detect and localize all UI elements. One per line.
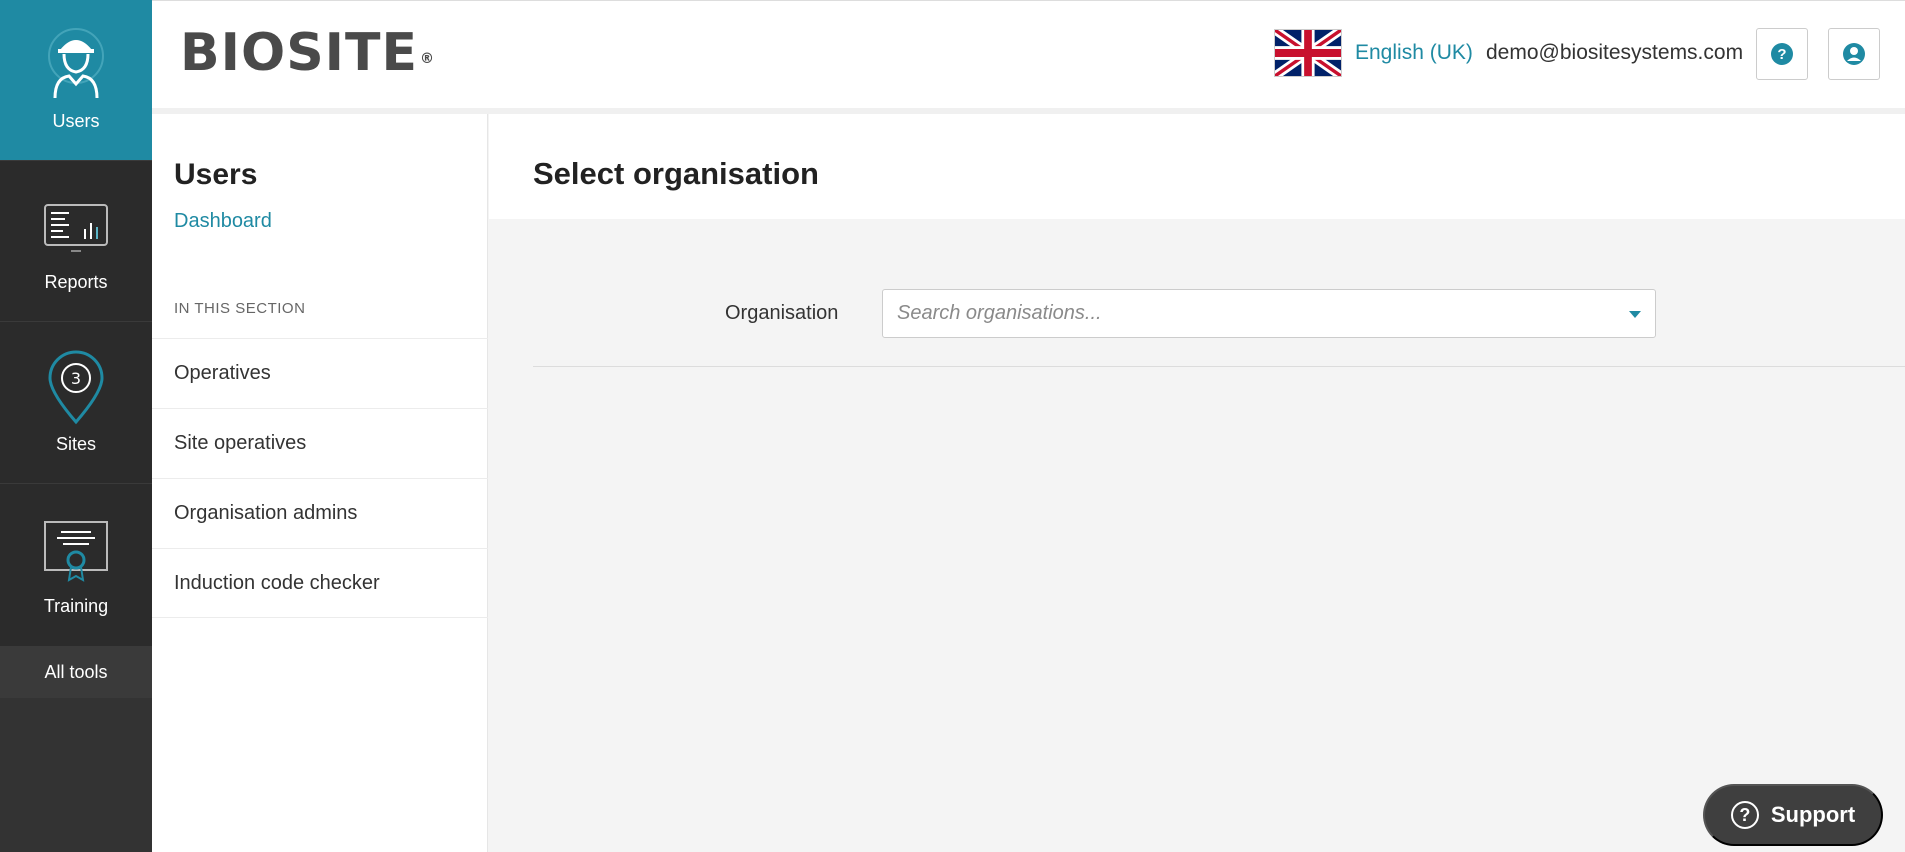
rail-item-users[interactable]: Users bbox=[0, 0, 152, 160]
account-button[interactable] bbox=[1828, 28, 1880, 80]
registered-mark: ® bbox=[419, 51, 435, 67]
chevron-down-icon bbox=[1629, 311, 1641, 318]
help-button[interactable]: ? bbox=[1756, 28, 1808, 80]
page-header: Select organisation bbox=[489, 114, 1905, 219]
organisation-select[interactable]: Search organisations... bbox=[882, 289, 1656, 338]
worker-icon bbox=[48, 28, 104, 99]
form-divider bbox=[533, 366, 1905, 367]
rail-item-label: Reports bbox=[44, 272, 108, 292]
account-icon bbox=[1843, 43, 1865, 65]
rail-item-reports[interactable]: Reports bbox=[0, 161, 152, 321]
question-icon: ? bbox=[1730, 801, 1759, 829]
section-nav-list: Operatives Site operatives Organisation … bbox=[152, 338, 488, 618]
logo-text: BIOSITE bbox=[180, 23, 418, 83]
report-icon bbox=[44, 204, 108, 252]
all-tools-button[interactable]: All tools bbox=[0, 646, 152, 698]
biosite-logo[interactable]: BIOSITE ® bbox=[180, 23, 435, 83]
rail-footer bbox=[0, 698, 152, 852]
certificate-icon bbox=[44, 521, 108, 582]
language-selector[interactable]: English (UK) bbox=[1355, 41, 1473, 65]
rail-item-training[interactable]: Training bbox=[0, 484, 152, 645]
organisation-label: Organisation bbox=[725, 302, 839, 324]
user-email: demo@biositesystems.com bbox=[1486, 41, 1744, 64]
nav-item-induction-code-checker[interactable]: Induction code checker bbox=[152, 548, 488, 618]
rail-item-sites[interactable]: 3 Sites bbox=[0, 322, 152, 483]
organisation-search-placeholder: Search organisations... bbox=[897, 302, 1102, 324]
help-icon: ? bbox=[1771, 43, 1793, 65]
rail-item-label: Users bbox=[52, 111, 100, 131]
top-header: BIOSITE ® English (UK) demo@biositesystem… bbox=[152, 0, 1905, 108]
nav-item-site-operatives[interactable]: Site operatives bbox=[152, 408, 488, 478]
support-button[interactable]: ? Support bbox=[1703, 784, 1883, 846]
rail-item-label: Sites bbox=[55, 434, 97, 454]
page-title: Select organisation bbox=[533, 156, 819, 191]
nav-item-operatives[interactable]: Operatives bbox=[152, 338, 488, 408]
section-title: Users bbox=[174, 158, 258, 191]
app-rail: Users Reports 3 Sites Training All tools bbox=[0, 0, 152, 852]
support-label: Support bbox=[1770, 802, 1856, 827]
rail-item-label: Training bbox=[43, 596, 109, 616]
svg-text:3: 3 bbox=[71, 369, 81, 388]
nav-item-organisation-admins[interactable]: Organisation admins bbox=[152, 478, 488, 548]
uk-flag-icon[interactable] bbox=[1274, 29, 1342, 77]
location-pin-icon: 3 bbox=[48, 350, 104, 425]
dashboard-link[interactable]: Dashboard bbox=[174, 210, 272, 233]
section-sidebar: Users Dashboard IN THIS SECTION Operativ… bbox=[152, 114, 488, 852]
section-heading: IN THIS SECTION bbox=[174, 300, 306, 317]
